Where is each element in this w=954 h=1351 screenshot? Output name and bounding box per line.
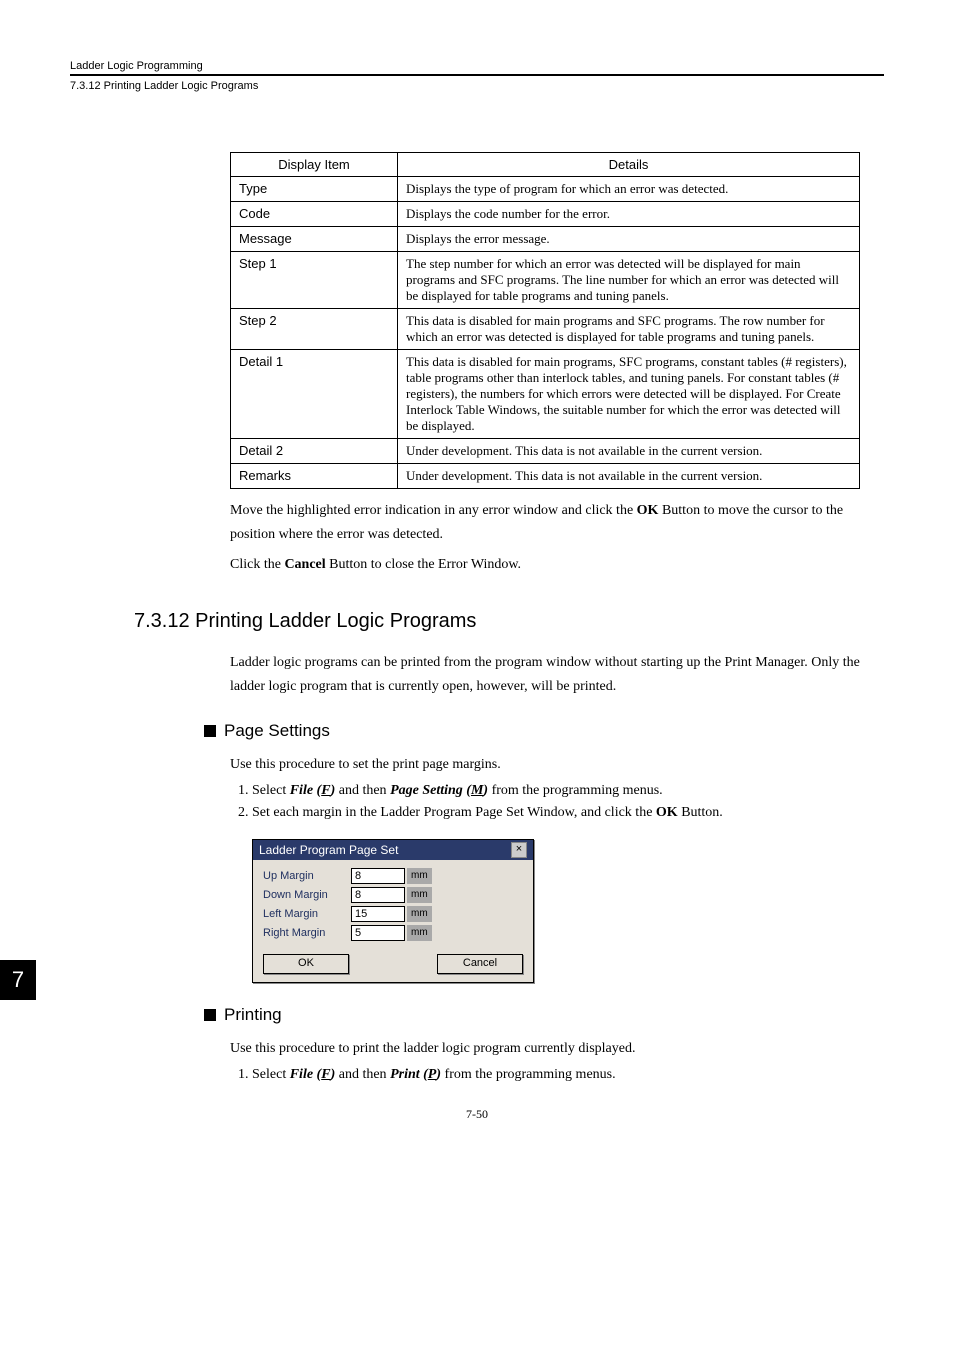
margin-label: Down Margin [263, 889, 351, 901]
margin-row-right: Right Margin 5 mm [263, 925, 523, 941]
t: and then [335, 783, 390, 798]
margin-unit: mm [407, 887, 432, 903]
row-detail: The step number for which an error was d… [398, 252, 860, 309]
row-item: Step 1 [231, 252, 398, 309]
para-cancel: Click the Cancel Button to close the Err… [230, 553, 884, 577]
row-item: Code [231, 202, 398, 227]
row-detail: Displays the code number for the error. [398, 202, 860, 227]
square-bullet-icon [204, 1009, 216, 1021]
right-margin-input[interactable]: 5 [351, 925, 405, 941]
ok-button[interactable]: OK [263, 954, 349, 974]
page-set-dialog: Ladder Program Page Set × Up Margin 8 mm… [252, 839, 534, 983]
t: Set each margin in the Ladder Program Pa… [252, 805, 656, 820]
t: Page Setting (M) [390, 783, 488, 798]
margin-row-up: Up Margin 8 mm [263, 868, 523, 884]
dialog-body: Up Margin 8 mm Down Margin 8 mm Left Mar… [253, 860, 533, 948]
row-detail: Displays the type of program for which a… [398, 177, 860, 202]
t: File (F) [290, 1067, 336, 1082]
print-step-1: Select File (F) and then Print (P) from … [252, 1067, 884, 1083]
th-details: Details [398, 153, 860, 177]
t: F [321, 1067, 330, 1082]
close-icon[interactable]: × [511, 842, 527, 858]
row-item: Step 2 [231, 309, 398, 350]
running-subhead: 7.3.12 Printing Ladder Logic Programs [70, 80, 884, 92]
dialog-buttons: OK Cancel [253, 948, 533, 982]
section-intro: Ladder logic programs can be printed fro… [230, 651, 884, 699]
t: from the programming menus. [441, 1067, 616, 1082]
t: File ( [290, 783, 322, 798]
para-ok-a: Move the highlighted error indication in… [230, 503, 637, 518]
th-item: Display Item [231, 153, 398, 177]
t: File (F) [290, 783, 336, 798]
page-number: 7-50 [70, 1107, 884, 1122]
t: Print (P) [390, 1067, 441, 1082]
row-detail: This data is disabled for main programs,… [398, 350, 860, 439]
margin-label: Right Margin [263, 927, 351, 939]
margin-unit: mm [407, 906, 432, 922]
margin-unit: mm [407, 868, 432, 884]
row-detail: Under development. This data is not avai… [398, 439, 860, 464]
t: File ( [290, 1067, 322, 1082]
t: Select [252, 783, 290, 798]
margin-row-down: Down Margin 8 mm [263, 887, 523, 903]
t: F [321, 783, 330, 798]
row-item: Detail 1 [231, 350, 398, 439]
page-settings-heading: Page Settings [204, 721, 884, 741]
para-cancel-a: Click the [230, 557, 284, 572]
printing-heading-text: Printing [224, 1005, 282, 1024]
row-detail: Displays the error message. [398, 227, 860, 252]
page-settings-intro: Use this procedure to set the print page… [230, 753, 884, 777]
para-ok-b: OK [637, 503, 659, 518]
cancel-button[interactable]: Cancel [437, 954, 523, 974]
margin-label: Up Margin [263, 870, 351, 882]
ps-step-1: Select File (F) and then Page Setting (M… [252, 783, 884, 799]
up-margin-input[interactable]: 8 [351, 868, 405, 884]
para-ok: Move the highlighted error indication in… [230, 499, 884, 547]
row-item: Type [231, 177, 398, 202]
printing-steps: Select File (F) and then Print (P) from … [230, 1067, 884, 1083]
para-cancel-b: Cancel [284, 557, 325, 572]
t: M [471, 783, 483, 798]
t: Select [252, 1067, 290, 1082]
chapter-tab: 7 [0, 960, 36, 1000]
dialog-titlebar: Ladder Program Page Set × [253, 840, 533, 860]
page-settings-steps: Select File (F) and then Page Setting (M… [230, 783, 884, 821]
page-settings-heading-text: Page Settings [224, 721, 330, 740]
row-item: Message [231, 227, 398, 252]
row-detail: Under development. This data is not avai… [398, 464, 860, 489]
ps-step-2: Set each margin in the Ladder Program Pa… [252, 805, 884, 821]
margin-row-left: Left Margin 15 mm [263, 906, 523, 922]
row-detail: This data is disabled for main programs … [398, 309, 860, 350]
t: Page Setting ( [390, 783, 471, 798]
row-item: Remarks [231, 464, 398, 489]
printing-heading: Printing [204, 1005, 884, 1025]
t: Button. [678, 805, 723, 820]
t: Print ( [390, 1067, 428, 1082]
t: from the programming menus. [488, 783, 663, 798]
section-heading: 7.3.12 Printing Ladder Logic Programs [134, 610, 884, 633]
square-bullet-icon [204, 725, 216, 737]
para-cancel-c: Button to close the Error Window. [326, 557, 521, 572]
t: and then [335, 1067, 390, 1082]
printing-intro: Use this procedure to print the ladder l… [230, 1037, 884, 1061]
t: OK [656, 805, 678, 820]
dialog-title-text: Ladder Program Page Set [259, 843, 398, 857]
margin-unit: mm [407, 925, 432, 941]
left-margin-input[interactable]: 15 [351, 906, 405, 922]
details-table: Display Item Details TypeDisplays the ty… [230, 152, 860, 489]
margin-label: Left Margin [263, 908, 351, 920]
down-margin-input[interactable]: 8 [351, 887, 405, 903]
row-item: Detail 2 [231, 439, 398, 464]
running-head: Ladder Logic Programming [70, 60, 884, 76]
